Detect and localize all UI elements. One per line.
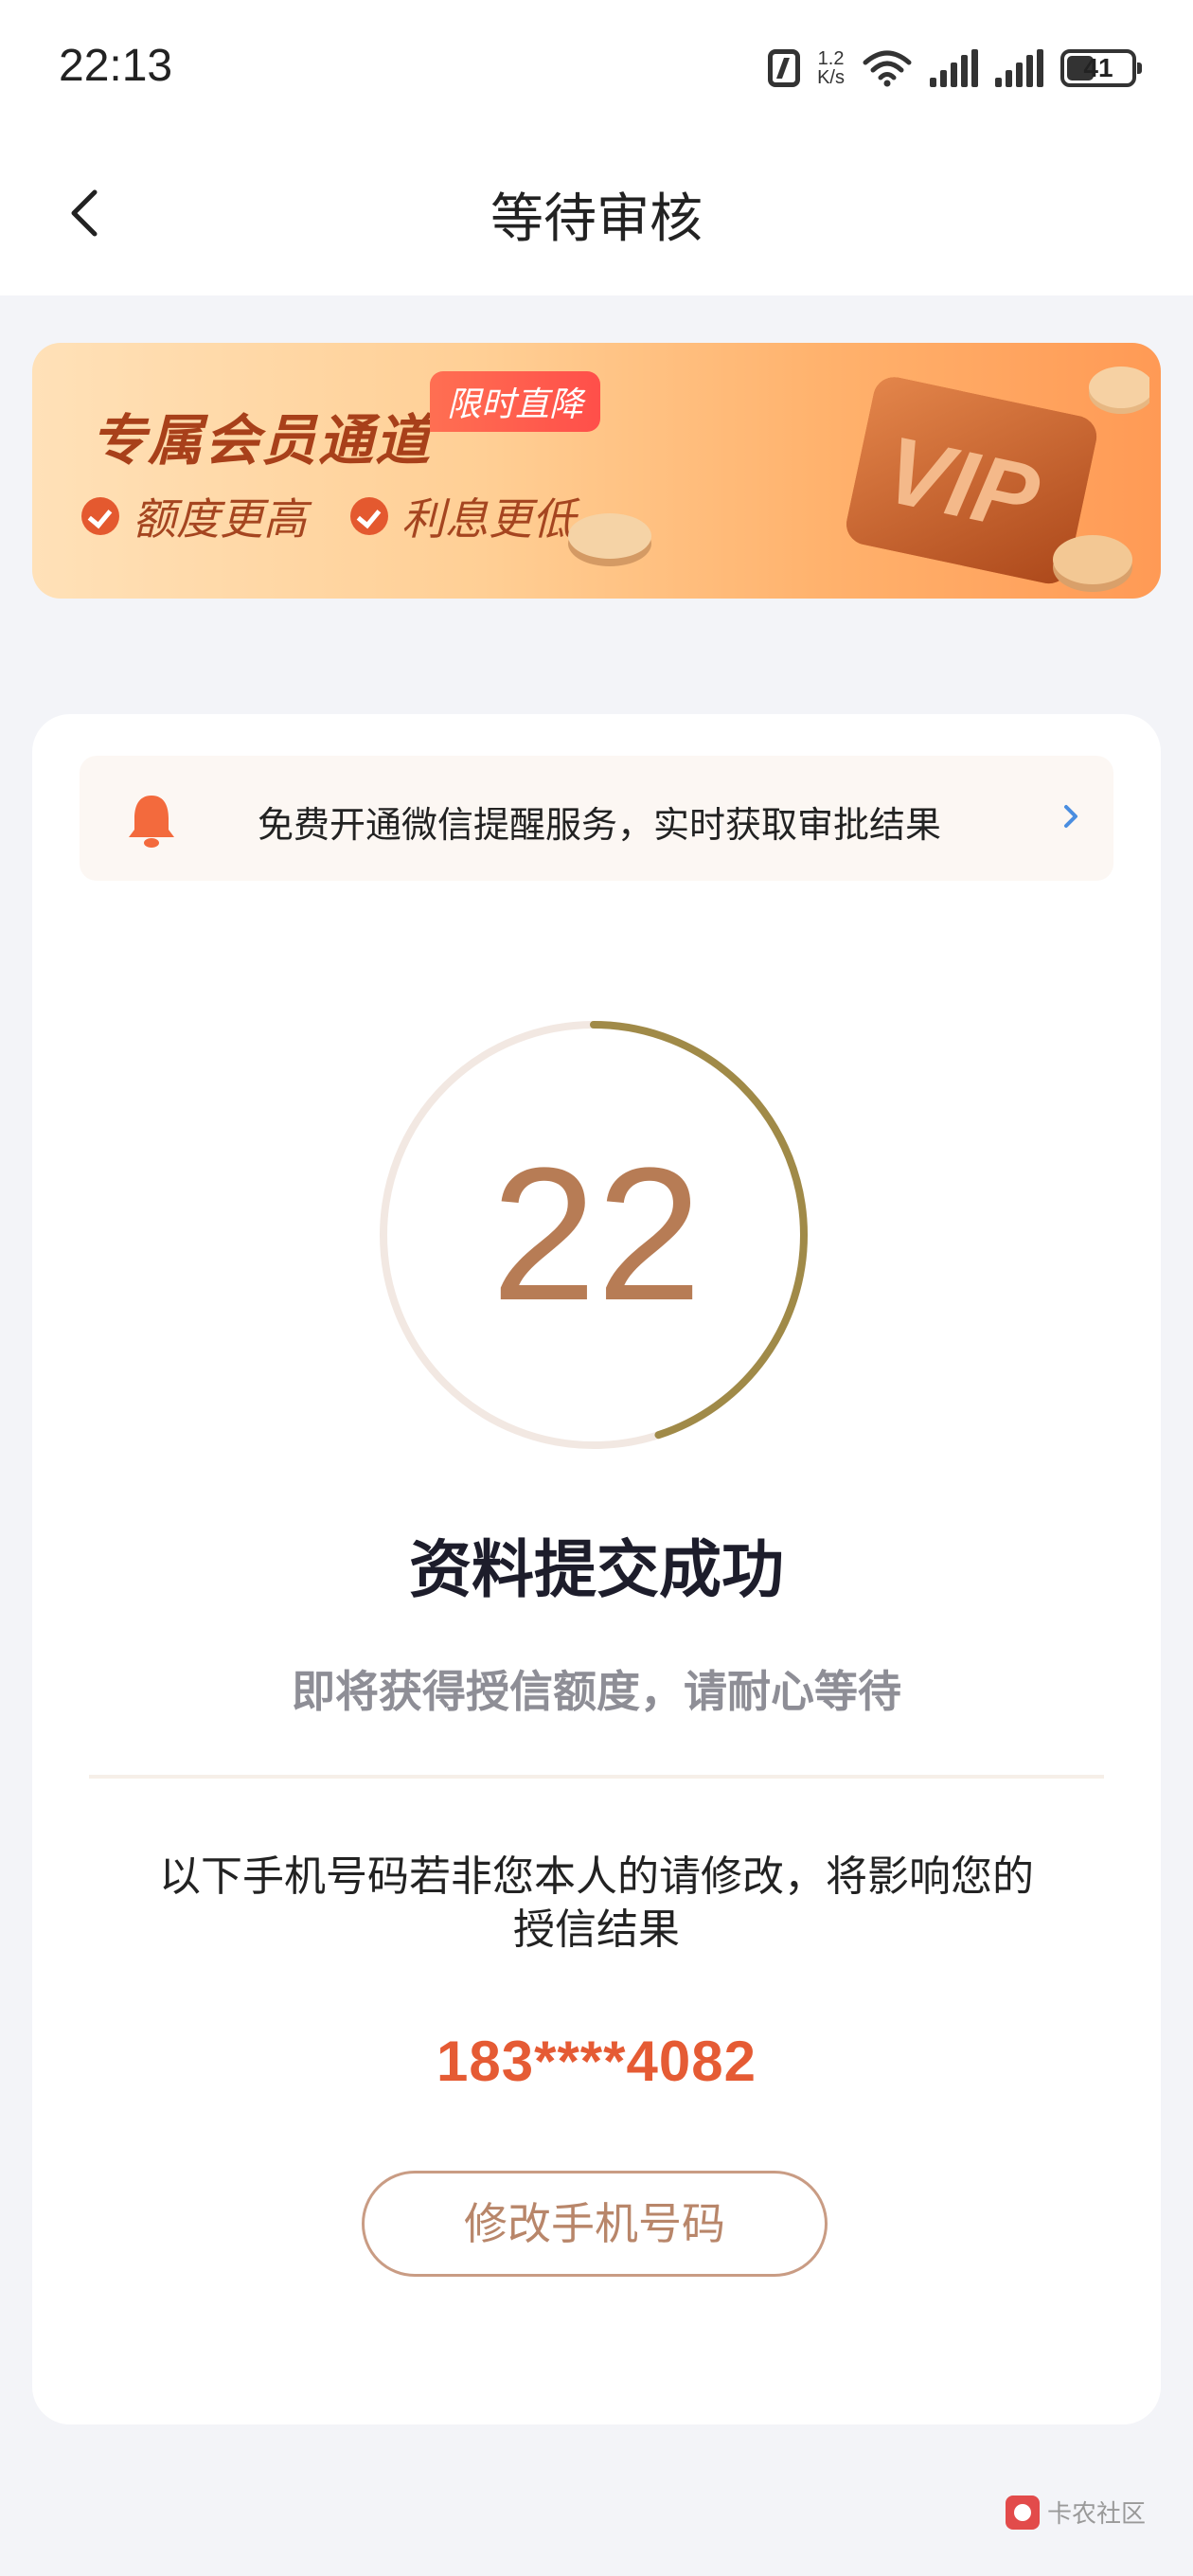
check-icon <box>350 497 388 535</box>
banner-title: 专属会员通道 <box>91 408 433 473</box>
status-bar: 22:13 1.2 K/s 41 <box>0 0 1193 142</box>
page-title: 等待审核 <box>490 188 703 250</box>
watermark-logo-icon <box>1005 2495 1040 2530</box>
wifi-icon <box>863 50 912 87</box>
watermark: 卡农社区 <box>1005 2495 1146 2530</box>
wechat-notice[interactable]: 免费开通微信提醒服务，实时获取审批结果 <box>80 756 1113 881</box>
result-title: 资料提交成功 <box>409 1533 784 1606</box>
watermark-text: 卡农社区 <box>1046 2500 1146 2529</box>
network-speed-unit: K/s <box>817 67 845 88</box>
network-speed: 1.2 K/s <box>817 49 845 87</box>
benefit-label: 额度更高 <box>133 493 307 545</box>
nfc-icon <box>768 49 801 87</box>
benefit-item: 额度更高 <box>81 485 307 547</box>
modify-phone-button[interactable]: 修改手机号码 <box>362 2171 828 2277</box>
chevron-right-icon <box>1064 805 1077 828</box>
coin-icon <box>568 513 651 566</box>
signal-icon-sim1 <box>930 49 978 87</box>
divider <box>89 1775 1104 1779</box>
signal-icon-sim2 <box>995 49 1043 87</box>
status-time: 22:13 <box>59 41 173 91</box>
bell-icon <box>129 796 174 848</box>
battery-icon: 41 <box>1060 49 1142 87</box>
phone-number: 183****4082 <box>436 2030 757 2093</box>
notice-text: 免费开通微信提醒服务，实时获取审批结果 <box>258 804 942 846</box>
benefit-label: 利息更低 <box>401 493 576 545</box>
battery-level: 41 <box>1083 53 1113 82</box>
vip-card-illustration: VIP <box>846 367 1149 592</box>
network-speed-value: 1.2 <box>817 48 845 69</box>
result-subtitle: 即将获得授信额度，请耐心等待 <box>292 1666 901 1717</box>
banner-benefits: 额度更高 利息更低 <box>81 485 576 547</box>
vip-banner[interactable]: 专属会员通道 限时直降 额度更高 利息更低 VIP <box>32 343 1161 599</box>
status-icons: 1.2 K/s 41 <box>768 42 1142 95</box>
phone-note: 以下手机号码若非您本人的请修改，将影响您的授信结果 <box>159 1852 1034 1954</box>
banner-tag: 限时直降 <box>430 371 601 432</box>
benefit-item: 利息更低 <box>350 485 576 547</box>
check-icon <box>81 497 119 535</box>
review-card: 免费开通微信提醒服务，实时获取审批结果 22 资料提交成功 即将获得授信额度，请… <box>32 714 1161 2424</box>
nav-bar: 等待审核 <box>0 142 1193 295</box>
countdown-value: 22 <box>490 1129 703 1340</box>
